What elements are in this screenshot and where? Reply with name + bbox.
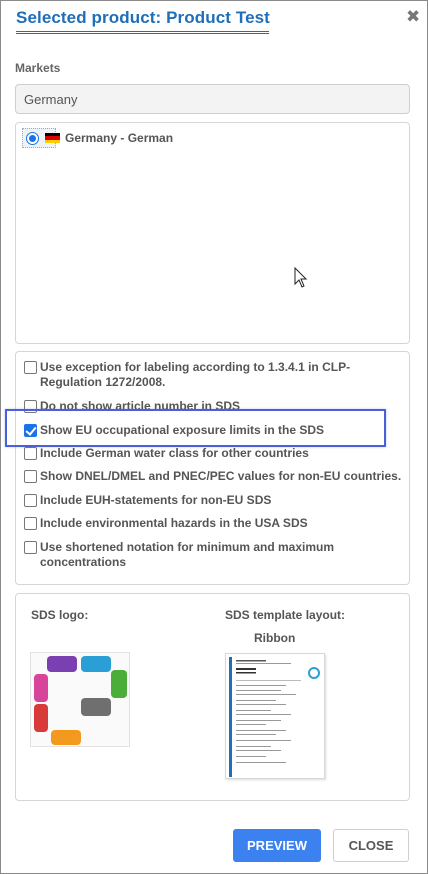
product-dialog: Selected product: Product Test ✖ Markets… (0, 0, 428, 874)
option-label: Use exception for labeling according to … (40, 360, 351, 389)
sds-logo-label: SDS logo: (31, 608, 89, 622)
option-clp-exception[interactable]: Use exception for labeling according to … (24, 360, 404, 390)
template-preview-image[interactable] (225, 653, 325, 779)
option-label: Show DNEL/DMEL and PNEC/PEC values for n… (40, 469, 402, 483)
options-panel: Use exception for labeling according to … (15, 351, 410, 585)
option-label: Include German water class for other cou… (40, 446, 309, 460)
close-icon[interactable]: ✖ (406, 7, 420, 27)
template-name: Ribbon (254, 631, 296, 645)
markets-label: Markets (15, 61, 61, 75)
dialog-title: Selected product: Product Test (16, 8, 270, 27)
title-underline (16, 31, 269, 34)
mouse-cursor-icon (294, 267, 308, 288)
checkbox[interactable] (24, 361, 37, 374)
option-label: Use shortened notation for minimum and m… (40, 540, 335, 569)
checkbox[interactable] (24, 494, 37, 507)
market-item-label: Germany - German (65, 131, 174, 145)
option-euh-statements[interactable]: Include EUH-statements for non-EU SDS (24, 493, 271, 508)
option-german-water-class[interactable]: Include German water class for other cou… (24, 446, 309, 461)
template-layout-label: SDS template layout: (225, 608, 346, 622)
option-label: Include EUH-statements for non-EU SDS (40, 493, 272, 507)
checkbox[interactable] (24, 517, 37, 530)
option-label: Include environmental hazards in the USA… (40, 516, 308, 530)
sds-logo-image[interactable] (30, 652, 130, 747)
highlight-box (5, 409, 386, 447)
market-list[interactable]: Germany - German (15, 122, 410, 344)
option-env-hazards-usa[interactable]: Include environmental hazards in the USA… (24, 516, 308, 531)
checkbox[interactable] (24, 447, 37, 460)
preview-button[interactable]: PREVIEW (233, 829, 321, 862)
template-document-icon (229, 657, 320, 777)
market-radio[interactable] (26, 131, 39, 145)
close-button[interactable]: CLOSE (333, 829, 409, 862)
market-item-germany[interactable]: Germany - German (22, 128, 175, 148)
option-dnel-pnec[interactable]: Show DNEL/DMEL and PNEC/PEC values for n… (24, 469, 401, 484)
germany-flag-icon (45, 133, 60, 143)
checkbox[interactable] (24, 541, 37, 554)
option-shortened-notation[interactable]: Use shortened notation for minimum and m… (24, 540, 394, 570)
market-search-input[interactable] (15, 84, 410, 114)
logo-section: SDS logo: SDS template layout: Ribbon (15, 593, 410, 801)
checkbox[interactable] (24, 470, 37, 483)
